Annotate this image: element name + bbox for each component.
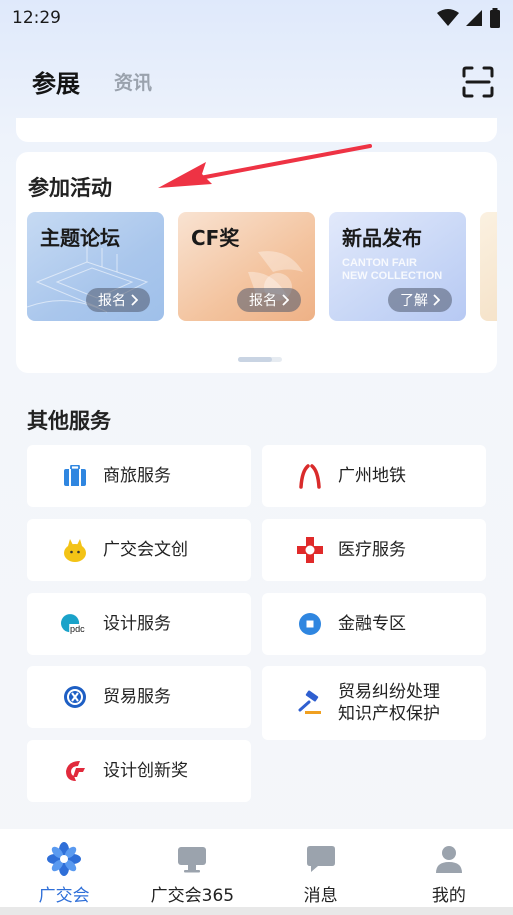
service-dispute-ip[interactable]: 贸易纠纷处理 知识产权保护 — [262, 666, 486, 740]
carousel-scroll-thumb — [238, 357, 272, 362]
metro-logo-icon — [296, 462, 324, 490]
medical-cross-icon — [296, 536, 324, 564]
register-button[interactable]: 报名 — [237, 288, 301, 312]
status-icons — [437, 8, 501, 28]
header: 参展 资讯 — [0, 52, 513, 110]
service-guangzhou-metro[interactable]: 广州地铁 — [262, 445, 486, 507]
activities-title: 参加活动 — [28, 176, 112, 200]
wifi-icon — [437, 9, 459, 26]
service-trade[interactable]: 贸易服务 — [27, 666, 251, 728]
chat-icon — [303, 841, 339, 877]
service-label: 金融专区 — [338, 614, 406, 634]
service-design-award[interactable]: 设计创新奖 — [27, 740, 251, 802]
previous-card-edge — [16, 118, 497, 142]
gavel-icon — [296, 689, 324, 717]
button-label: 报名 — [249, 293, 277, 309]
annotation-arrow-icon — [158, 144, 372, 188]
status-bar: 12:29 — [0, 0, 513, 36]
chevron-right-icon — [131, 294, 138, 306]
carousel-scroll-indicator — [238, 357, 282, 362]
service-label: 贸易服务 — [103, 687, 171, 707]
activity-tile-next[interactable] — [480, 212, 497, 321]
service-label: 医疗服务 — [338, 540, 406, 560]
mascot-icon — [61, 536, 89, 564]
tabbar-label: 消息 — [303, 886, 338, 906]
service-finance[interactable]: 金融专区 — [262, 593, 486, 655]
overlay-line: NEW COLLECTION — [342, 270, 443, 282]
service-label: 广州地铁 — [338, 466, 406, 486]
service-label: 商旅服务 — [103, 466, 171, 486]
service-medical[interactable]: 医疗服务 — [262, 519, 486, 581]
new-collection-overlay: CANTON FAIR NEW COLLECTION — [342, 257, 442, 283]
signal-icon — [466, 10, 482, 26]
tab-exhibit[interactable]: 参展 — [32, 64, 80, 99]
tabbar-label: 广交会 — [38, 886, 90, 906]
pdc-logo-icon: pdc — [61, 610, 89, 638]
trade-icon — [61, 683, 89, 711]
tabbar-profile[interactable]: 我的 — [385, 829, 513, 907]
chevron-right-icon — [282, 294, 289, 306]
button-label: 了解 — [400, 293, 428, 309]
overlay-line: CANTON FAIR — [342, 257, 417, 269]
tabbar-messages[interactable]: 消息 — [257, 829, 385, 907]
battery-icon — [490, 8, 500, 28]
system-nav-bar — [0, 907, 513, 915]
activity-tile-title: 新品发布 — [342, 226, 422, 250]
tabbar-home[interactable]: 广交会 — [0, 829, 128, 907]
register-button[interactable]: 报名 — [86, 288, 150, 312]
services-title: 其他服务 — [27, 409, 111, 433]
service-design[interactable]: pdc 设计服务 — [27, 593, 251, 655]
service-business-travel[interactable]: 商旅服务 — [27, 445, 251, 507]
service-canton-fair-creative[interactable]: 广交会文创 — [27, 519, 251, 581]
tab-news[interactable]: 资讯 — [114, 68, 152, 95]
user-icon — [431, 841, 467, 877]
activity-tile-new-product[interactable]: CANTON FAIR NEW COLLECTION 新品发布 了解 — [329, 212, 466, 321]
button-label: 报名 — [98, 293, 126, 309]
suitcase-icon — [61, 462, 89, 490]
monitor-icon — [174, 841, 210, 877]
service-label-line: 知识产权保护 — [338, 704, 440, 724]
service-label: 贸易纠纷处理 知识产权保护 — [338, 681, 440, 725]
service-label: 设计服务 — [103, 614, 171, 634]
tabbar-365[interactable]: 广交会365 — [128, 829, 256, 907]
activity-tile-cf-award[interactable]: CF奖 报名 — [178, 212, 315, 321]
scan-icon[interactable] — [461, 65, 495, 99]
flower-logo-icon — [46, 841, 82, 877]
activity-tile-title: 主题论坛 — [40, 226, 120, 250]
status-time: 12:29 — [12, 8, 61, 28]
service-label: 广交会文创 — [103, 540, 188, 560]
pdc-logo-text: pdc — [70, 624, 85, 634]
tabbar-label: 我的 — [431, 886, 466, 906]
service-label-line: 贸易纠纷处理 — [338, 682, 440, 702]
chevron-right-icon — [433, 294, 440, 306]
tabbar-label: 广交会365 — [150, 886, 235, 906]
finance-icon — [296, 610, 324, 638]
learn-more-button[interactable]: 了解 — [388, 288, 452, 312]
service-label: 设计创新奖 — [103, 761, 188, 781]
activity-tile-forum[interactable]: 主题论坛 报名 — [27, 212, 164, 321]
design-award-icon — [61, 757, 89, 785]
bottom-tab-bar: 广交会 广交会365 消息 我的 — [0, 829, 513, 907]
activity-tile-title: CF奖 — [191, 226, 240, 250]
